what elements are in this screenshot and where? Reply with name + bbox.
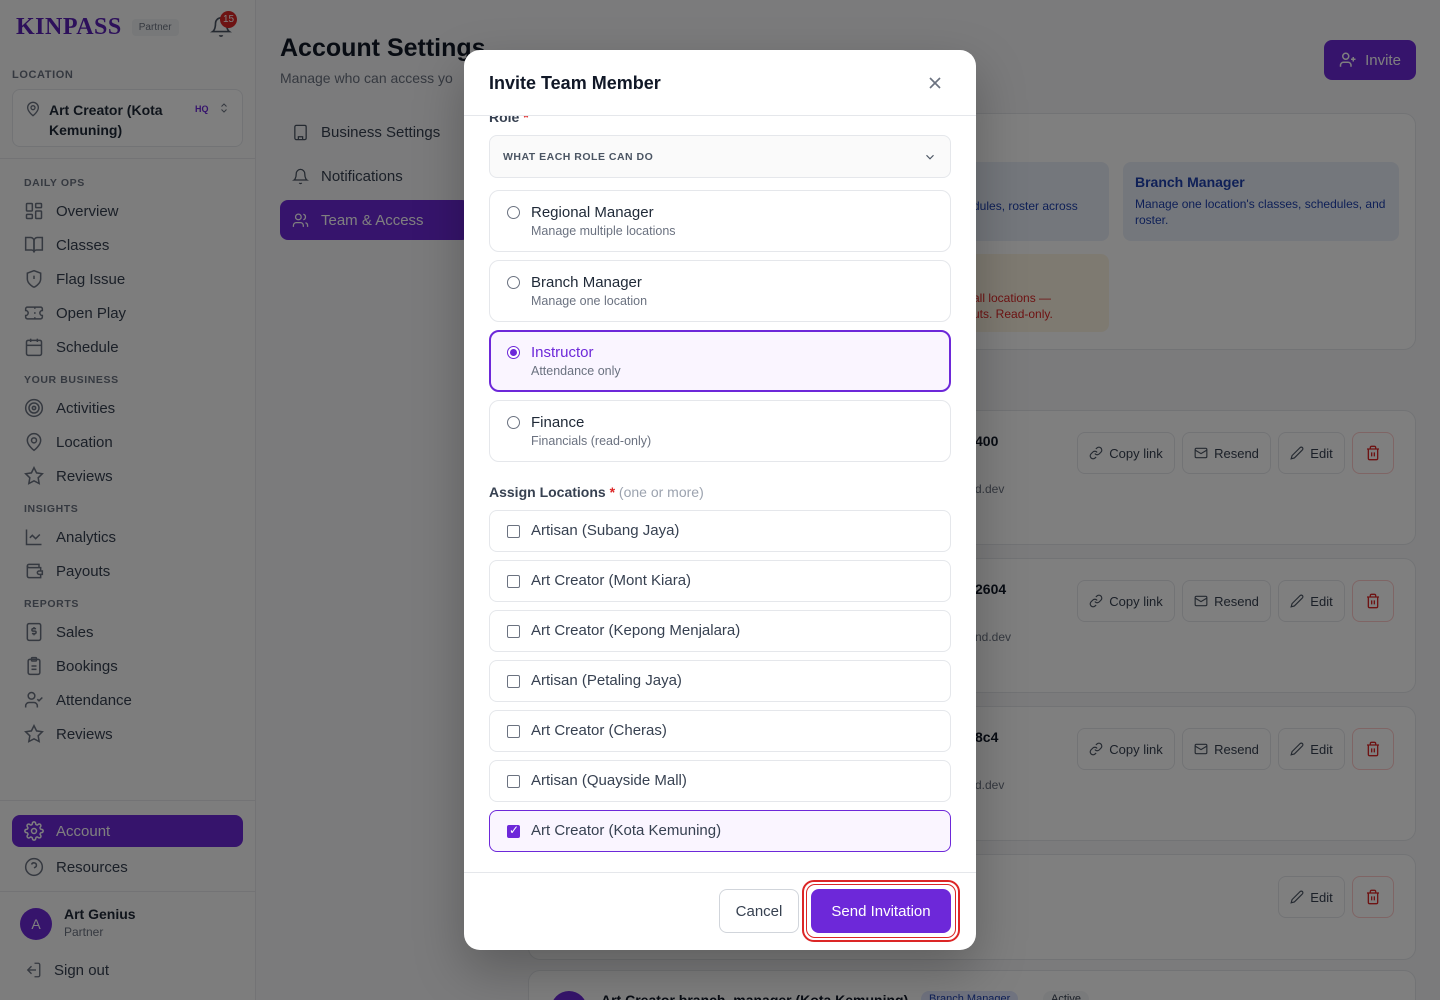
role-option-finance[interactable]: Finance Financials (read-only)	[489, 400, 951, 462]
role-option-title: Instructor	[531, 344, 594, 361]
dialog-title: Invite Team Member	[489, 73, 661, 93]
role-radio[interactable]	[507, 276, 520, 289]
location-option-label: Art Creator (Kepong Menjalara)	[531, 622, 741, 639]
location-option-checked[interactable]: Art Creator (Kota Kemuning)	[489, 810, 951, 852]
required-marker: *	[609, 484, 616, 500]
location-checkbox[interactable]	[507, 625, 520, 638]
location-checkbox-checked[interactable]	[507, 823, 520, 838]
location-checkbox[interactable]	[507, 575, 520, 588]
role-field-label: Role *	[489, 116, 529, 125]
location-option[interactable]: Art Creator (Mont Kiara)	[489, 560, 951, 602]
role-option-desc: Attendance only	[531, 364, 621, 378]
role-radio[interactable]	[507, 416, 520, 429]
role-radio-selected[interactable]	[507, 346, 520, 359]
location-checkbox[interactable]	[507, 675, 520, 688]
dialog-body[interactable]: Role * WHAT EACH ROLE CAN DO Regional Ma…	[464, 116, 976, 872]
role-field-label-text: Role	[489, 116, 520, 125]
send-invitation-button[interactable]: Send Invitation	[811, 889, 951, 933]
location-checkbox[interactable]	[507, 775, 520, 788]
role-option-desc: Financials (read-only)	[531, 434, 652, 448]
role-option-instructor[interactable]: Instructor Attendance only	[489, 330, 951, 392]
location-option[interactable]: Art Creator (Kepong Menjalara)	[489, 610, 951, 652]
what-each-role-toggle[interactable]: WHAT EACH ROLE CAN DO	[489, 135, 951, 178]
location-option-label: Artisan (Quayside Mall)	[531, 772, 687, 789]
role-option-title: Finance	[531, 414, 585, 431]
location-checkbox[interactable]	[507, 525, 520, 538]
role-option-branch-manager[interactable]: Branch Manager Manage one location	[489, 260, 951, 322]
role-option-regional-manager[interactable]: Regional Manager Manage multiple locatio…	[489, 190, 951, 252]
assign-locations-hint: (one or more)	[618, 484, 704, 500]
location-option-label: Art Creator (Mont Kiara)	[531, 572, 692, 589]
location-option-label: Art Creator (Kota Kemuning)	[531, 822, 722, 839]
chevron-down-icon	[926, 154, 934, 160]
cancel-button[interactable]: Cancel	[719, 889, 799, 933]
assign-locations-label-text: Assign Locations	[489, 484, 606, 500]
role-option-title: Branch Manager	[531, 274, 642, 291]
close-icon	[929, 77, 941, 89]
location-option[interactable]: Artisan (Subang Jaya)	[489, 510, 951, 552]
role-option-title: Regional Manager	[531, 204, 654, 221]
location-option-label: Artisan (Subang Jaya)	[531, 522, 680, 539]
invite-team-member-dialog: Invite Team Member Role * WHAT EACH ROLE…	[464, 50, 976, 950]
what-each-role-label: WHAT EACH ROLE CAN DO	[503, 151, 654, 163]
role-option-desc: Manage multiple locations	[531, 224, 676, 238]
location-option[interactable]: Artisan (Petaling Jaya)	[489, 660, 951, 702]
role-option-desc: Manage one location	[531, 294, 648, 308]
close-button[interactable]	[925, 73, 945, 93]
location-checkbox[interactable]	[507, 725, 520, 738]
dialog-footer-divider	[464, 872, 976, 873]
location-option-label: Artisan (Petaling Jaya)	[531, 672, 682, 689]
location-option[interactable]: Art Creator (Cheras)	[489, 710, 951, 752]
location-option[interactable]: Artisan (Quayside Mall)	[489, 760, 951, 802]
assign-locations-label: Assign Locations * (one or more)	[489, 484, 704, 500]
role-radio[interactable]	[507, 206, 520, 219]
location-option-label: Art Creator (Cheras)	[531, 722, 667, 739]
required-marker: *	[523, 116, 529, 125]
